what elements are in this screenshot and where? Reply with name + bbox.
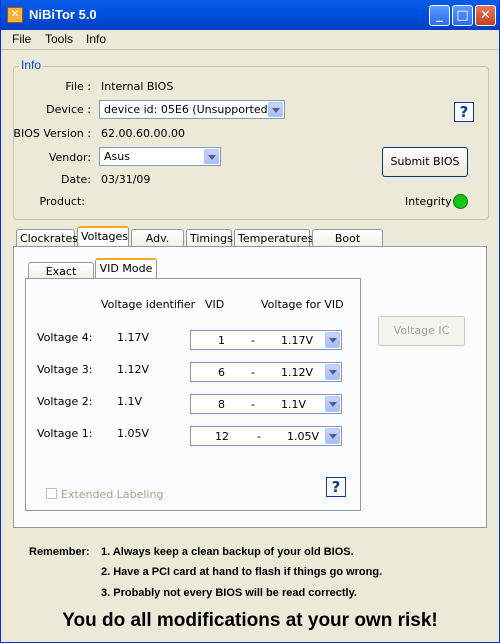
integrity-label: Integrity : bbox=[405, 195, 459, 208]
voltage-ic-button[interactable]: Voltage IC bbox=[378, 316, 465, 346]
product-label: Product: bbox=[39, 195, 85, 208]
voltage-row-identifier: 1.05V bbox=[117, 427, 150, 440]
maximize-button[interactable]: □ bbox=[452, 5, 473, 26]
vid-voltage-value: 1.12V bbox=[281, 366, 314, 379]
remember-label: Remember: bbox=[29, 546, 90, 558]
tab-temperatures[interactable]: Temperatures bbox=[234, 229, 313, 247]
chevron-down-icon[interactable] bbox=[325, 364, 340, 380]
tab-timings[interactable]: Timings bbox=[186, 229, 233, 247]
menu-bar: File Tools Info bbox=[1, 30, 499, 50]
tab-voltages[interactable]: Voltages bbox=[77, 226, 129, 247]
voltage-1-vid-select[interactable]: 12 - 1.05V bbox=[190, 426, 342, 446]
chevron-down-icon[interactable] bbox=[325, 332, 340, 348]
tab-boot-settings[interactable]: Boot Settings bbox=[312, 229, 383, 262]
device-select[interactable]: device id: 05E6 (Unsupported) bbox=[99, 100, 285, 119]
extended-labeling-label: Extended Labeling bbox=[61, 488, 164, 501]
app-icon: ✕ bbox=[7, 7, 23, 23]
vid-help-icon[interactable]: ? bbox=[326, 477, 346, 497]
remember-line-1: 1. Always keep a clean backup of your ol… bbox=[101, 546, 354, 558]
voltage-4-vid-select[interactable]: 1 - 1.17V bbox=[190, 330, 342, 350]
file-value: Internal BIOS bbox=[101, 80, 174, 93]
header-voltage-for-vid: Voltage for VID bbox=[261, 298, 344, 311]
vid-voltage-value: 1.1V bbox=[281, 398, 307, 411]
title-bar[interactable]: ✕ NiBiTor 5.0 _ □ ✕ bbox=[1, 0, 499, 30]
risk-warning: You do all modifications at your own ris… bbox=[62, 610, 438, 631]
remember-line-2: 2. Have a PCI card at hand to flash if t… bbox=[101, 566, 383, 578]
main-window: ✕ NiBiTor 5.0 _ □ ✕ File Tools Info Info… bbox=[0, 0, 500, 643]
voltage-2-vid-select[interactable]: 8 - 1.1V bbox=[190, 394, 342, 414]
vendor-select-value: Asus bbox=[104, 150, 130, 163]
separator: - bbox=[251, 398, 255, 411]
vendor-select[interactable]: Asus bbox=[99, 147, 221, 166]
voltage-3-vid-select[interactable]: 6 - 1.12V bbox=[190, 362, 342, 382]
vid-value: 8 bbox=[218, 398, 225, 411]
voltage-row-label: Voltage 1: bbox=[37, 427, 93, 440]
chevron-down-icon[interactable] bbox=[268, 102, 283, 117]
submit-bios-button[interactable]: Submit BIOS bbox=[382, 147, 468, 177]
voltage-row-identifier: 1.12V bbox=[117, 363, 150, 376]
vid-value: 6 bbox=[218, 366, 225, 379]
bios-version-value: 62.00.60.00.00 bbox=[101, 127, 185, 140]
chevron-down-icon[interactable] bbox=[325, 396, 340, 412]
tab-clockrates[interactable]: Clockrates bbox=[16, 229, 78, 247]
date-value: 03/31/09 bbox=[101, 173, 151, 186]
device-select-value: device id: 05E6 (Unsupported) bbox=[104, 103, 272, 116]
menu-file[interactable]: File bbox=[12, 32, 31, 46]
tab-adv-info[interactable]: Adv. Info bbox=[131, 229, 184, 262]
separator: - bbox=[251, 366, 255, 379]
separator: - bbox=[251, 334, 255, 347]
separator: - bbox=[257, 430, 261, 443]
info-legend: Info bbox=[19, 58, 44, 72]
remember-line-3: 3. Probably not every BIOS will be read … bbox=[101, 587, 357, 599]
close-button[interactable]: ✕ bbox=[475, 5, 496, 26]
vid-voltage-value: 1.17V bbox=[281, 334, 314, 347]
menu-info[interactable]: Info bbox=[86, 32, 106, 46]
file-label: File : bbox=[65, 80, 91, 93]
vid-voltage-value: 1.05V bbox=[287, 430, 320, 443]
bios-version-label: BIOS Version : bbox=[13, 127, 91, 140]
date-label: Date: bbox=[61, 173, 91, 186]
extended-labeling-checkbox[interactable] bbox=[46, 488, 57, 499]
voltage-row-label: Voltage 2: bbox=[37, 395, 93, 408]
header-voltage-identifier: Voltage identifier bbox=[101, 298, 196, 311]
voltage-row-label: Voltage 3: bbox=[37, 363, 93, 376]
voltage-row-identifier: 1.1V bbox=[117, 395, 143, 408]
device-label: Device : bbox=[46, 103, 91, 116]
tab-vid-mode[interactable]: VID Mode bbox=[95, 258, 157, 279]
chevron-down-icon[interactable] bbox=[325, 428, 340, 444]
vid-value: 12 bbox=[215, 430, 229, 443]
integrity-indicator bbox=[453, 194, 468, 209]
vendor-label: Vendor: bbox=[48, 151, 91, 164]
header-vid: VID bbox=[205, 298, 225, 311]
voltage-row-label: Voltage 4: bbox=[37, 331, 93, 344]
vid-value: 1 bbox=[218, 334, 225, 347]
voltage-row-identifier: 1.17V bbox=[117, 331, 150, 344]
minimize-button[interactable]: _ bbox=[429, 5, 450, 26]
menu-tools[interactable]: Tools bbox=[45, 32, 73, 46]
window-title: NiBiTor 5.0 bbox=[29, 7, 97, 22]
info-help-icon[interactable]: ? bbox=[454, 102, 474, 122]
chevron-down-icon[interactable] bbox=[204, 149, 219, 164]
